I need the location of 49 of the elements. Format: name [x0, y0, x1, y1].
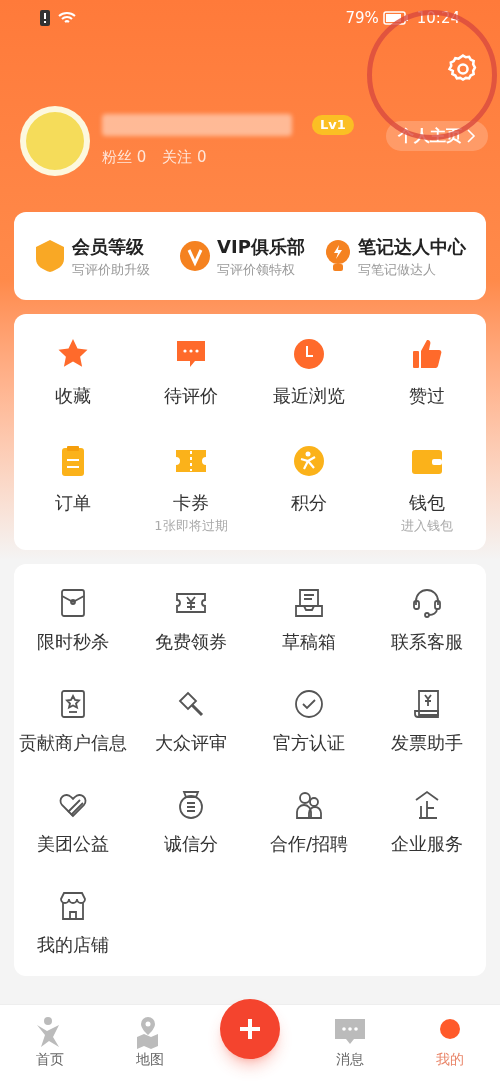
member-title[interactable]: 会员等级	[72, 232, 150, 260]
service-label[interactable]: 草稿箱	[282, 628, 336, 655]
nav-tab[interactable]: 消息	[300, 1005, 400, 1070]
nav-tab[interactable]: 首页	[0, 1005, 100, 1070]
alert-icon	[40, 10, 50, 26]
chevron-right-icon	[466, 129, 476, 143]
service-label[interactable]: 发票助手	[391, 729, 463, 756]
action-label[interactable]: 赞过	[409, 382, 445, 409]
service-label[interactable]: 企业服务	[391, 830, 463, 857]
service-label[interactable]: 限时秒杀	[37, 628, 109, 655]
action-hint: 进入钱包	[401, 517, 453, 535]
plus-icon	[238, 1017, 262, 1041]
member-title[interactable]: 笔记达人中心	[358, 232, 466, 260]
running-person-icon	[291, 443, 327, 479]
action-label[interactable]: 待评价	[164, 382, 218, 409]
action-hint: 1张即将过期	[154, 517, 228, 535]
battery-icon	[382, 11, 409, 25]
v-circle-icon	[179, 240, 211, 272]
action-label[interactable]: 收藏	[55, 382, 91, 409]
service-label[interactable]: 贡献商户信息	[19, 729, 127, 756]
nav-tab[interactable]: 地图	[100, 1005, 200, 1070]
headset-icon	[410, 586, 444, 620]
inbox-tray-icon	[292, 586, 326, 620]
service-label[interactable]: 官方认证	[273, 729, 345, 756]
action-label[interactable]: 最近浏览	[273, 382, 345, 409]
clock-icon	[291, 336, 327, 372]
battery-percent: 79%	[345, 7, 379, 29]
add-button[interactable]	[220, 999, 280, 1059]
service-label[interactable]: 免费领券	[155, 628, 227, 655]
action-label[interactable]: 钱包	[409, 489, 445, 516]
wifi-icon	[58, 11, 76, 25]
member-subtitle: 写评价领特权	[217, 260, 296, 279]
action-label[interactable]: 订单	[55, 489, 91, 516]
service-label[interactable]: 联系客服	[391, 628, 463, 655]
member-title[interactable]: VIP俱乐部	[217, 232, 305, 260]
service-label[interactable]: 大众评审	[155, 729, 227, 756]
action-label[interactable]: 卡券	[173, 489, 209, 516]
lightbulb-icon	[324, 239, 352, 273]
service-label[interactable]: 我的店铺	[37, 931, 109, 958]
member-subtitle: 写评价助升级	[72, 260, 150, 279]
action-label[interactable]: 积分	[291, 489, 327, 516]
check-circle-icon	[292, 687, 326, 721]
member-subtitle: 写笔记做达人	[358, 260, 437, 279]
level-badge: Lv1	[312, 115, 354, 135]
clock-time: 10:24	[416, 7, 460, 29]
service-label[interactable]: 美团公益	[37, 830, 109, 857]
service-label[interactable]: 合作/招聘	[269, 830, 349, 857]
level-shield-icon	[34, 239, 66, 273]
service-label[interactable]: 诚信分	[164, 830, 218, 857]
